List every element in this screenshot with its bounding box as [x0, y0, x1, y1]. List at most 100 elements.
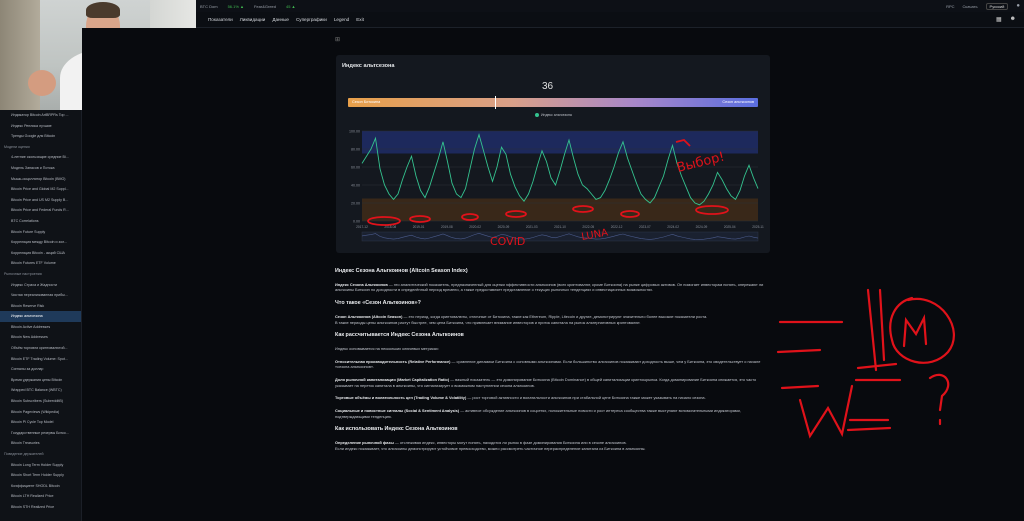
y-tick-label: 80.00 — [351, 147, 360, 151]
sidebar-item[interactable]: 4-летние скользящие средние Bi... — [0, 152, 81, 163]
article-paragraph: Индекс основывается на нескольких ключев… — [335, 346, 439, 352]
sidebar: Индикатор Bitcoin ArtBRPRs Top ... Индекс… — [0, 110, 82, 521]
article-paragraph: Определение рыночной фазы — отслеживая и… — [335, 440, 765, 451]
x-tick-label: 2023-07 — [639, 225, 651, 229]
sidebar-item[interactable]: Коэффициент SHODL Bitcoin — [0, 481, 81, 492]
sidebar-item[interactable]: Bitcoin Treasuries — [0, 438, 81, 449]
nav-item-data[interactable]: Данные — [272, 17, 289, 22]
x-tick-label: 2024-02 — [667, 225, 679, 229]
paragraph-text: — рост торговой активности и волатильнос… — [466, 395, 706, 401]
sidebar-item[interactable]: Bitcoin Futures ETF Volume — [0, 258, 81, 269]
rpc-link[interactable]: RPC — [946, 4, 954, 9]
sidebar-item[interactable]: Bitcoin Subscribers (SubredditB) — [0, 396, 81, 407]
sidebar-item[interactable]: Сигналы за доллар — [0, 364, 81, 375]
sidebar-item[interactable]: Bitcoin LTH Realized Price — [0, 491, 81, 502]
sidebar-item[interactable]: Корреляция Bitcoin - акций США — [0, 248, 81, 259]
x-tick-label: 2018-08 — [384, 225, 396, 229]
paragraph-text: В такие периоды цены альткоинов растут б… — [335, 319, 641, 325]
sidebar-item[interactable]: Мышь-осциллятор Bitcoin (BMO) — [0, 174, 81, 185]
sidebar-item[interactable]: Государственные резервы Битко... — [0, 428, 81, 439]
altseason-widget: Индекс альтсезона 36 Сезон Биткоина Сезо… — [336, 55, 770, 253]
y-tick-label: 60.00 — [351, 165, 360, 169]
x-tick-label: 2022-12 — [611, 225, 623, 229]
language-select[interactable]: Русский — [985, 2, 1009, 10]
x-tick-label: 2019-08 — [441, 225, 453, 229]
bold-text: Индекс Сезона Альткоинов — [335, 281, 388, 287]
x-tick-label: 2024-09 — [696, 225, 708, 229]
cart-icon[interactable]: ▦ — [996, 16, 1002, 23]
article-heading: Индекс Сезона Альткоинов (Altcoin Season… — [335, 268, 468, 274]
sidebar-group[interactable]: Модели оценки — [0, 142, 81, 153]
bold-text: Относительная производительность (Relati… — [335, 358, 451, 364]
sidebar-item[interactable]: Bitcoin STH Realized Price — [0, 502, 81, 513]
y-tick-label: 20.00 — [351, 201, 360, 205]
x-tick-label: 2025-04 — [724, 225, 736, 229]
main-nav: Показатели Ликвидации Данные Суперграфик… — [196, 12, 1024, 28]
sidebar-item[interactable]: Bitcoin New Addresses — [0, 332, 81, 343]
presenter-hand — [28, 70, 56, 96]
nav-item-exit[interactable]: Exit — [356, 17, 364, 22]
article-paragraph: Торговые объёмы и волатильность цен (Tra… — [335, 395, 765, 401]
sidebar-item[interactable]: Bitcoin Price and Federal Funds R... — [0, 205, 81, 216]
sidebar-item[interactable]: Bitcoin Long Term Holder Supply — [0, 460, 81, 471]
ticker-bar: BTC Dom 56.1% ▲ Fear&Greed 45 ▲ RPC Скач… — [196, 0, 1024, 12]
y-tick-label: 40.00 — [351, 183, 360, 187]
nav-icons: ▦ ☻ — [996, 16, 1024, 23]
bold-text: Социальные и новостные сигналы (Social &… — [335, 408, 460, 414]
sidebar-item[interactable]: Bitcoin Active Addresses — [0, 322, 81, 333]
nav-item-legend[interactable]: Legend — [334, 17, 349, 22]
paragraph-text: — это период, когда криптовалюты, отличн… — [402, 313, 708, 319]
sidebar-item[interactable]: Индекс Страха и Жадности — [0, 280, 81, 291]
sidebar-item[interactable]: BTC Correlations — [0, 216, 81, 227]
pin-icon[interactable]: ● — [1016, 3, 1020, 9]
download-link[interactable]: Скачать — [963, 4, 978, 9]
sidebar-item[interactable]: Тренды Google для Bitcoin — [0, 131, 81, 142]
article-heading: Как рассчитывается Индекс Сезона Альткои… — [335, 332, 464, 339]
article: Индекс Сезона Альткоинов (Altcoin Season… — [335, 268, 765, 459]
sidebar-item[interactable]: Bitcoin Price and US M2 Supply B... — [0, 195, 81, 206]
nav-item-liquidations[interactable]: Ликвидации — [240, 17, 266, 22]
x-tick-label: 2022-05 — [582, 225, 594, 229]
sidebar-item[interactable]: Wrapped BTC Balance (WBTC) — [0, 385, 81, 396]
sidebar-item[interactable]: Индикатор Bitcoin ArtBRPRs Top ... — [0, 110, 81, 121]
x-tick-label: 2021-10 — [554, 225, 566, 229]
paragraph-text: Если индекс показывает, что альткоины де… — [335, 445, 646, 451]
x-tick-label: 2020-02 — [469, 225, 481, 229]
sidebar-item[interactable]: Индекс Реплика лучшие — [0, 121, 81, 132]
collapse-icon[interactable]: ⊞ — [335, 36, 340, 43]
sidebar-item[interactable]: Индекс альтсезона — [0, 311, 81, 322]
sidebar-item[interactable]: Bitcoin Reserve Risk — [0, 301, 81, 312]
article-heading: Что такое «Сезон Альткоинов»? — [335, 300, 421, 307]
paragraph-text: — отслеживая индекс, инвесторы могут пон… — [393, 440, 627, 446]
screen: BTC Dom 56.1% ▲ Fear&Greed 45 ▲ RPC Скач… — [0, 0, 1024, 521]
bold-text: Торговые объёмы и волатильность цен (Tra… — [335, 395, 467, 401]
altseason-chart[interactable]: 100.00 80.00 60.00 40.00 20.00 0.00 2017-12 201… — [336, 55, 770, 253]
sidebar-item[interactable]: Корреляция между Bitcoin и зол... — [0, 237, 81, 248]
bold-text: Определение рыночной фазы — [335, 440, 394, 446]
ticker-value: 56.1% ▲ — [227, 3, 244, 9]
sidebar-group[interactable]: Поведение держателей — [0, 449, 81, 460]
x-tick-label: 2020-09 — [498, 225, 510, 229]
sidebar-item[interactable]: Объём торговли криптовалютой... — [0, 343, 81, 354]
sidebar-item[interactable]: Bitcoin ETF Trading Volume: Spot... — [0, 354, 81, 365]
sidebar-group[interactable]: Рыночные настроения — [0, 269, 81, 280]
sidebar-item[interactable]: Bitcoin Future Supply — [0, 227, 81, 238]
y-tick-label: 100.00 — [349, 129, 360, 133]
sidebar-item[interactable]: Модель Запасов и Потока — [0, 163, 81, 174]
nav-item-indicators[interactable]: Показатели — [208, 17, 233, 22]
presenter-hair — [86, 2, 120, 18]
sidebar-item[interactable]: Bitcoin Pageviews (Wikipedia) — [0, 407, 81, 418]
season-band — [362, 131, 758, 154]
ticker-label: BTC Dom — [200, 3, 218, 9]
sidebar-item[interactable]: Время удержания цены Bitcoin — [0, 375, 81, 386]
sidebar-item[interactable]: Bitcoin Price and Global M2 Suppl... — [0, 184, 81, 195]
sidebar-item[interactable]: Bitcoin Short Term Holder Supply — [0, 470, 81, 481]
sidebar-item[interactable]: Bitcoin Pi Cycle Top Model — [0, 417, 81, 428]
nav-item-supercharts[interactable]: Суперграфики — [296, 17, 327, 22]
topbar-right: RPC Скачать Русский ● — [946, 2, 1020, 10]
x-tick-label: 2019-01 — [413, 225, 425, 229]
user-icon[interactable]: ☻ — [1010, 16, 1016, 23]
sidebar-item[interactable]: Чистая нереализованная прибы... — [0, 290, 81, 301]
x-tick-label: 2025-11 — [752, 225, 764, 229]
article-paragraph: Сезон Альткоинов (Altcoin Season) — это … — [335, 314, 765, 325]
